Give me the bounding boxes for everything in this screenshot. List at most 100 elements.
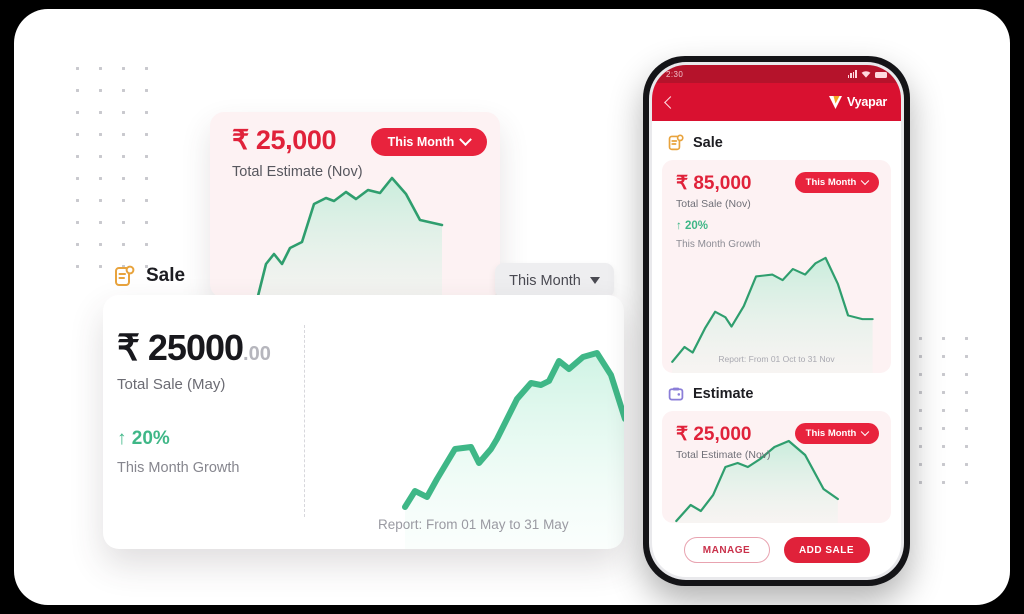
decorative-dot — [99, 221, 102, 224]
decorative-dot — [919, 427, 922, 430]
sale-amount-main: ₹ 25000 — [117, 327, 244, 368]
phone-estimate-amount: ₹ 25,000 — [676, 424, 752, 445]
phone-action-bar: MANAGE ADD SALE — [652, 537, 901, 563]
card-divider — [304, 325, 305, 517]
phone-estimate-period-label: This Month — [805, 428, 857, 439]
decorative-dot — [942, 337, 945, 340]
decorative-dot — [919, 391, 922, 394]
phone-estimate-period-dropdown[interactable]: This Month — [795, 423, 879, 444]
decorative-dot — [919, 409, 922, 412]
manage-button[interactable]: MANAGE — [683, 537, 770, 563]
decorative-dot — [76, 67, 79, 70]
decorative-dot — [145, 221, 148, 224]
sale-growth-label: This Month Growth — [117, 460, 240, 476]
decorative-dot — [145, 199, 148, 202]
sale-document-icon — [668, 134, 684, 151]
decorative-dot — [99, 67, 102, 70]
decorative-dot — [122, 177, 125, 180]
decorative-dot — [122, 89, 125, 92]
decorative-dot — [99, 199, 102, 202]
estimate-card-chart — [256, 176, 444, 298]
back-chevron-icon[interactable] — [664, 95, 677, 109]
decorative-dot — [942, 409, 945, 412]
growth-percent: 20% — [131, 428, 170, 449]
decorative-dot — [942, 391, 945, 394]
vyapar-logo-icon — [828, 95, 842, 109]
signal-bars-icon — [847, 70, 857, 78]
phone-sale-period-dropdown[interactable]: This Month — [795, 172, 879, 193]
decorative-dot — [942, 481, 945, 484]
add-sale-button[interactable]: ADD SALE — [783, 537, 870, 563]
phone-estimate-header: Estimate — [652, 373, 901, 411]
decorative-dot — [919, 445, 922, 448]
estimate-period-dropdown[interactable]: This Month — [371, 128, 487, 156]
decorative-dot — [942, 445, 945, 448]
sale-amount: ₹ 25000.00 — [117, 327, 271, 369]
decorative-dot — [122, 243, 125, 246]
decorative-dot — [942, 463, 945, 466]
phone-sale-title: Sale — [693, 134, 723, 151]
sale-section-title: Sale — [146, 265, 186, 286]
phone-sale-growth: ↑ 20% — [676, 220, 708, 232]
screenshot-root: ₹ 25,000 Total Estimate (Nov) This Month… — [0, 0, 1024, 614]
estimate-amount: ₹ 25,000 — [232, 125, 337, 155]
decorative-dot — [99, 177, 102, 180]
decorative-dot — [942, 373, 945, 376]
decorative-dot — [942, 355, 945, 358]
decorative-dot — [76, 155, 79, 158]
phone-sale-card: ₹ 85,000 Total Sale (Nov) ↑ 20% This Mon… — [662, 160, 891, 373]
caret-down-icon — [589, 277, 600, 284]
phone-sale-growth-label: This Month Growth — [676, 239, 761, 250]
decorative-dot — [965, 355, 968, 358]
decorative-dot — [965, 463, 968, 466]
phone-sale-label: Total Sale (Nov) — [676, 198, 751, 210]
phone-sale-header: Sale — [652, 121, 901, 160]
decorative-dot — [965, 373, 968, 376]
phone-mockup: 2:30 Vyapar Sale ₹ 85,000 Total Sale (No… — [643, 56, 910, 586]
decorative-dot — [76, 133, 79, 136]
phone-sale-report: Report: From 01 Oct to 31 Nov — [718, 354, 835, 364]
phone-bezel: 2:30 Vyapar Sale ₹ 85,000 Total Sale (No… — [649, 62, 904, 580]
decorative-dot — [145, 89, 148, 92]
decorative-dot — [76, 199, 79, 202]
decorative-dot — [76, 221, 79, 224]
phone-sale-amount: ₹ 85,000 — [676, 173, 752, 194]
phone-screen: 2:30 Vyapar Sale ₹ 85,000 Total Sale (No… — [652, 65, 901, 577]
growth-up-arrow-icon: ↑ — [117, 428, 127, 449]
phone-estimate-label: Total Estimate (Nov) — [676, 449, 771, 461]
decorative-dot — [99, 265, 102, 268]
decorative-dot — [145, 155, 148, 158]
decorative-dot — [122, 199, 125, 202]
decorative-dot — [76, 89, 79, 92]
sale-main-card: ₹ 25000.00 Total Sale (May) ↑ 20% This M… — [103, 295, 624, 549]
decorative-dot — [99, 243, 102, 246]
decorative-dot — [965, 427, 968, 430]
decorative-dot — [99, 111, 102, 114]
sale-growth-value: ↑ 20% — [117, 428, 170, 450]
chevron-down-icon — [861, 427, 870, 436]
decorative-dot — [99, 155, 102, 158]
sale-section-header: Sale — [114, 265, 185, 287]
estimate-label: Total Estimate (Nov) — [232, 164, 363, 180]
decorative-dot — [965, 445, 968, 448]
decorative-dot — [76, 177, 79, 180]
dot-grid-left — [76, 67, 148, 268]
decorative-dot — [919, 337, 922, 340]
phone-estimate-card: ₹ 25,000 Total Estimate (Nov) This Month — [662, 411, 891, 523]
decorative-dot — [76, 265, 79, 268]
content-panel: ₹ 25,000 Total Estimate (Nov) This Month… — [14, 9, 1010, 605]
decorative-dot — [76, 243, 79, 246]
decorative-dot — [122, 155, 125, 158]
brand-text: Vyapar — [846, 95, 887, 109]
decorative-dot — [145, 177, 148, 180]
estimate-wallet-icon — [668, 387, 684, 401]
sale-amount-label: Total Sale (May) — [117, 376, 226, 393]
decorative-dot — [122, 111, 125, 114]
phone-estimate-title: Estimate — [693, 386, 754, 402]
wifi-icon — [861, 70, 871, 78]
decorative-dot — [145, 67, 148, 70]
period-dropdown-grey[interactable]: This Month — [495, 263, 614, 298]
decorative-dot — [145, 133, 148, 136]
phone-sale-period-label: This Month — [805, 177, 857, 188]
chevron-down-icon — [459, 132, 473, 146]
